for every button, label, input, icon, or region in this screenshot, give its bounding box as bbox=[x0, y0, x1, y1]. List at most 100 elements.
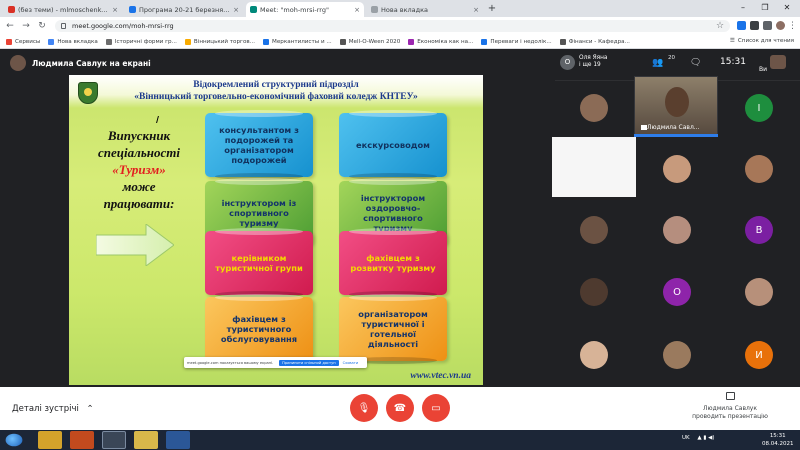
star-icon[interactable]: ☆ bbox=[714, 20, 726, 32]
profession-ribbon: організатором туристичної і готельної ді… bbox=[339, 294, 447, 364]
tab-title: Програма 20-21 березня 2021 ро bbox=[139, 5, 230, 14]
participant-tile[interactable] bbox=[663, 155, 691, 183]
profile-avatar[interactable] bbox=[776, 21, 785, 30]
meeting-time: 15:31 bbox=[720, 57, 746, 67]
language-indicator[interactable]: UK bbox=[682, 435, 690, 441]
participants-summary: Оля Яяна і ще 19 bbox=[579, 55, 608, 68]
profession-ribbon: екскурсоводом bbox=[339, 110, 447, 180]
profession-ribbon: консультантом з подорожей та організатор… bbox=[205, 110, 313, 180]
reload-icon[interactable]: ↻ bbox=[36, 20, 48, 32]
address-bar[interactable]: meet.google.com/moh-mrsi-rrg bbox=[55, 20, 730, 32]
participant-tile[interactable] bbox=[580, 278, 608, 306]
back-icon[interactable]: ← bbox=[4, 20, 16, 32]
participant-tile[interactable]: И bbox=[745, 341, 773, 369]
bookmark-item[interactable]: Сервисы bbox=[6, 38, 40, 45]
participant-tile[interactable]: В bbox=[745, 216, 773, 244]
self-view[interactable] bbox=[770, 55, 786, 69]
gmail-icon bbox=[8, 6, 15, 13]
list-icon: ☰ bbox=[729, 38, 735, 44]
hide-button[interactable]: Сховати bbox=[343, 361, 359, 365]
participant-tile[interactable] bbox=[580, 216, 608, 244]
new-tab-button[interactable]: + bbox=[486, 3, 498, 15]
present-icon bbox=[725, 392, 735, 400]
slide-lead-text: Випускник спеціальності «Туризм» може пр… bbox=[98, 128, 180, 211]
meet-icon bbox=[250, 6, 257, 13]
chrome-icon[interactable] bbox=[102, 431, 126, 449]
people-icon[interactable]: 👥 bbox=[652, 58, 663, 68]
docs-icon bbox=[129, 6, 136, 13]
mic-off-icon: 🎙 bbox=[357, 402, 371, 414]
tab-newtab[interactable]: Нова вкладка × bbox=[367, 2, 483, 17]
participant-tile[interactable] bbox=[663, 216, 691, 244]
participant-video-tile[interactable] bbox=[552, 137, 636, 197]
bookmark-item[interactable]: Економіка как на... bbox=[408, 38, 473, 45]
lock-icon bbox=[61, 23, 66, 29]
participant-avatar: О bbox=[560, 55, 575, 70]
bookmark-item[interactable]: Нова вкладка bbox=[48, 38, 98, 45]
bookmark-item[interactable]: Вінницький торгов... bbox=[184, 38, 255, 45]
participant-tile[interactable] bbox=[745, 278, 773, 306]
system-tray: UK ▲ ▮ ◀) bbox=[682, 435, 715, 441]
minimize-button[interactable]: – bbox=[732, 0, 754, 17]
presentation-slide: Відокремлений структурний підрозділ «Він… bbox=[69, 75, 483, 385]
word-icon[interactable] bbox=[166, 431, 190, 449]
mic-off-button[interactable]: 🎙 bbox=[350, 394, 378, 422]
participant-tile[interactable] bbox=[663, 341, 691, 369]
bookmarks-bar: Сервисы Нова вкладка Історичні форми гр.… bbox=[0, 35, 800, 49]
tab-docs[interactable]: Програма 20-21 березня 2021 ро × bbox=[125, 2, 243, 17]
bookmark-item[interactable]: Mell-O-Ween 2020 bbox=[339, 38, 400, 45]
slide-header: Відокремлений структурний підрозділ «Він… bbox=[69, 75, 483, 108]
maximize-button[interactable]: ❐ bbox=[754, 0, 776, 17]
tab-gmail[interactable]: (без теми) - mlmoschenkom@gm × bbox=[4, 2, 122, 17]
active-speaker-indicator bbox=[634, 134, 718, 137]
participant-tile[interactable] bbox=[580, 94, 608, 122]
extension-icon[interactable] bbox=[750, 21, 759, 30]
chevron-up-icon: ⌃ bbox=[86, 404, 94, 414]
url-text: meet.google.com/moh-mrsi-rrg bbox=[72, 22, 174, 30]
tab-title: Нова вкладка bbox=[381, 5, 429, 14]
bookmark-item[interactable]: Меркантилисты и ... bbox=[263, 38, 332, 45]
slide-website: www.vtec.vn.ua bbox=[410, 371, 471, 381]
reading-list[interactable]: ☰ Список для чтения bbox=[730, 38, 794, 44]
bookmark-item[interactable]: Фінанси - Кафедра... bbox=[559, 38, 630, 45]
participant-tile[interactable]: О bbox=[663, 278, 691, 306]
bookmark-item[interactable]: Історичні форми гр... bbox=[105, 38, 177, 45]
newtab-icon bbox=[371, 6, 378, 13]
forward-icon[interactable]: → bbox=[20, 20, 32, 32]
stop-sharing-button[interactable]: Припинити спільний доступ bbox=[279, 359, 339, 366]
participant-tile[interactable]: I bbox=[745, 94, 773, 122]
avatar bbox=[10, 55, 26, 71]
tab-strip: (без теми) - mlmoschenkom@gm × Програма … bbox=[0, 0, 800, 17]
screen-share-notice: meet.google.com показується вашому екран… bbox=[184, 357, 367, 368]
close-window-button[interactable]: ✕ bbox=[776, 0, 798, 17]
presentation-status[interactable]: Людмила Савлук проводить презентацію bbox=[680, 392, 780, 421]
close-icon[interactable]: × bbox=[112, 6, 118, 14]
participant-tile[interactable] bbox=[745, 155, 773, 183]
profession-ribbon: керівником туристичної групи bbox=[205, 228, 313, 298]
slide-header-line: «Вінницький торговельно-економічний фахо… bbox=[134, 92, 418, 102]
close-icon[interactable]: × bbox=[473, 6, 479, 14]
participant-tile[interactable] bbox=[580, 341, 608, 369]
extension-icon[interactable] bbox=[763, 21, 772, 30]
close-icon[interactable]: × bbox=[354, 6, 360, 14]
meeting-details-button[interactable]: Деталі зустрічі ⌃ bbox=[12, 404, 94, 414]
start-button[interactable] bbox=[5, 433, 23, 447]
camera-off-button[interactable]: ▭ bbox=[422, 394, 450, 422]
bookmark-item[interactable]: Переваги і недолік... bbox=[481, 38, 552, 45]
extension-icon[interactable] bbox=[737, 21, 746, 30]
speaker-name: Людмила Савл... bbox=[641, 124, 700, 131]
self-label: Ви bbox=[759, 66, 768, 73]
tab-meet[interactable]: Meet: "moh-mrsi-rrg" × bbox=[246, 2, 364, 17]
close-icon[interactable]: × bbox=[233, 6, 239, 14]
system-clock[interactable]: 15:31 08.04.2021 bbox=[762, 432, 794, 448]
app-icon[interactable] bbox=[70, 431, 94, 449]
app-icon[interactable] bbox=[38, 431, 62, 449]
chat-icon[interactable]: 🗨 bbox=[690, 58, 701, 68]
folder-icon[interactable] bbox=[134, 431, 158, 449]
menu-icon[interactable]: ⋮ bbox=[788, 20, 797, 32]
slide-header-line: Відокремлений структурний підрозділ bbox=[193, 80, 359, 90]
tray-icons: ▲ ▮ ◀) bbox=[697, 435, 715, 441]
leave-call-button[interactable]: ☎ bbox=[386, 394, 414, 422]
hangup-icon: ☎ bbox=[393, 402, 407, 414]
tab-title: (без теми) - mlmoschenkom@gm bbox=[18, 5, 109, 14]
